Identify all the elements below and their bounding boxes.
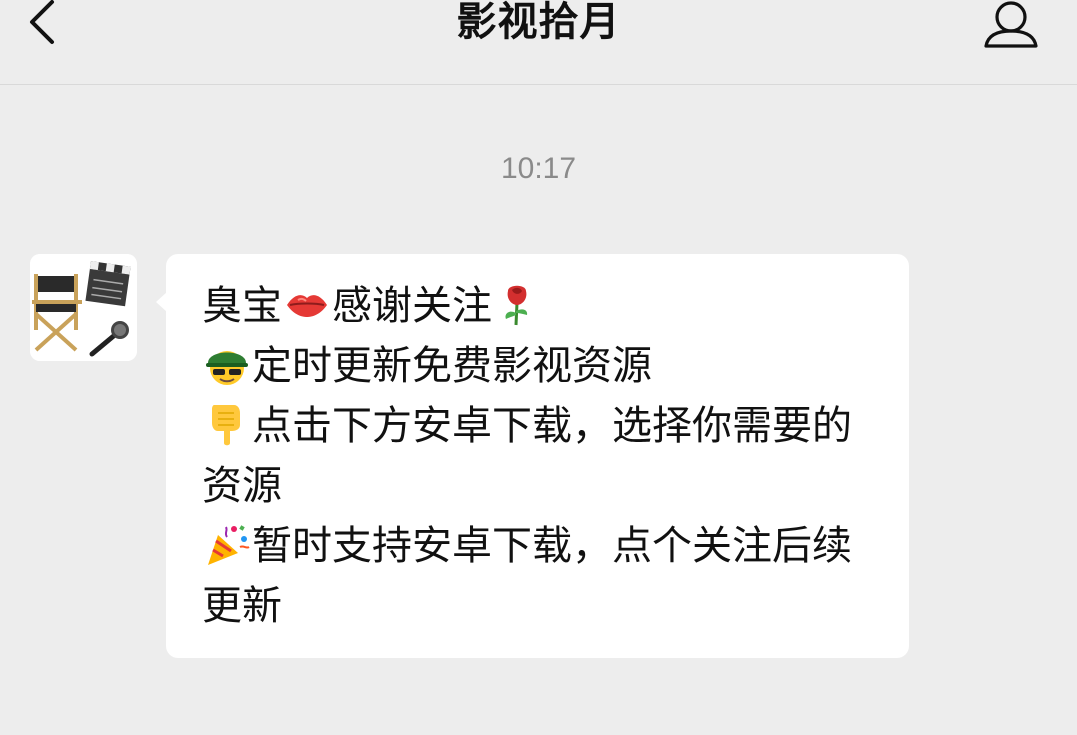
director-chair-clapperboard-avatar (30, 254, 137, 361)
message-text: 暂时支持安卓下载，点个关注后续更新 (202, 523, 852, 629)
message-text: 点击下方安卓下载，选择你需要的资源 (202, 403, 852, 509)
pointing-down-icon (212, 405, 240, 446)
chat-title: 影视拾月 (456, 0, 621, 45)
message-line-1: 臭宝 感谢关注 (202, 276, 881, 336)
message-line-3: 点击下方安卓下载，选择你需要的资源 (202, 396, 881, 516)
message-line-2: 定时更新免费影视资源 (202, 336, 881, 396)
profile-button[interactable] (969, 0, 1039, 50)
message-timestamp: 10:17 (500, 152, 577, 185)
message-line-4: 暂时支持安卓下载，点个关注后续更新 (202, 516, 881, 636)
message-bubble[interactable]: 臭宝 感谢关注 定时更新免费影视资源 点击下方安卓下载，选择你需要的资源 暂时支… (156, 254, 909, 658)
avatar[interactable] (30, 254, 137, 361)
nav-bar: 影视拾月 (0, 0, 1077, 85)
message-text: 感谢关注 (332, 283, 492, 329)
message-text: 定时更新免费影视资源 (252, 343, 652, 389)
lips-icon (287, 295, 327, 317)
user-icon (984, 1, 1038, 48)
party-popper-icon (208, 525, 250, 565)
helmet-face-icon (206, 351, 248, 385)
rose-icon (505, 285, 528, 326)
message-text: 臭宝 (202, 283, 282, 329)
